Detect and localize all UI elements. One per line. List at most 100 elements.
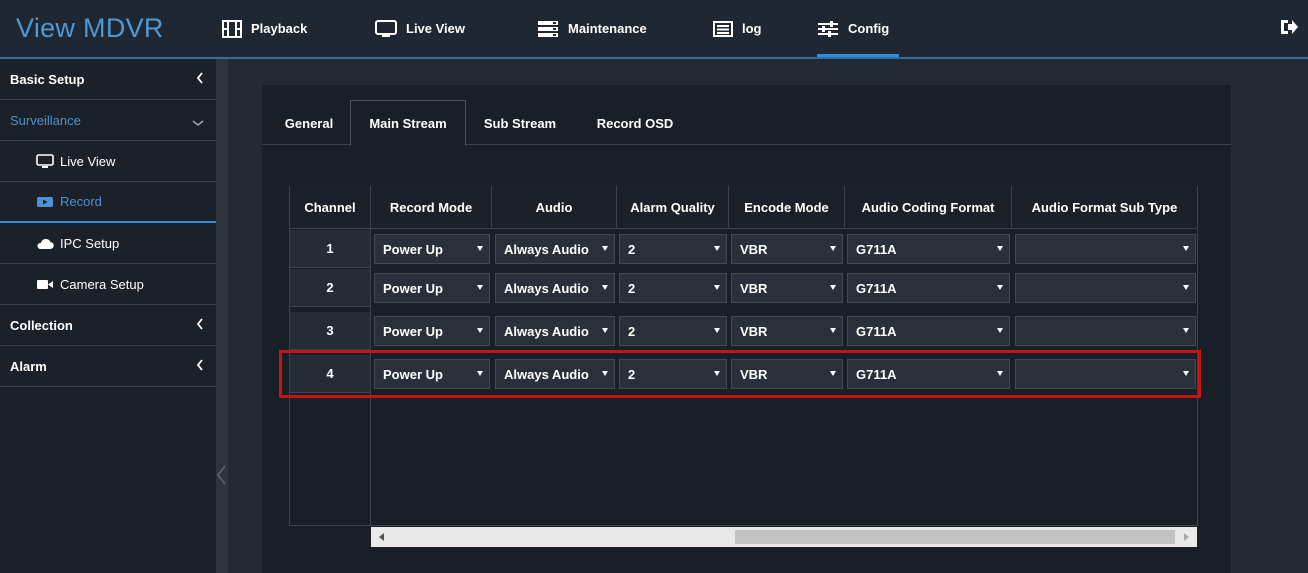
caret-down-icon bbox=[602, 246, 608, 251]
audio-format-sub-type-select[interactable] bbox=[1015, 359, 1196, 389]
alarm-quality-select[interactable]: 2 bbox=[619, 273, 727, 303]
alarm-quality-value: 2 bbox=[628, 366, 636, 382]
sidebar-item-camera-setup[interactable]: Camera Setup bbox=[0, 264, 216, 305]
record-mode-select[interactable]: Power Up bbox=[374, 234, 490, 264]
sidebar-item-label: Collection bbox=[10, 317, 73, 333]
alarm-quality-select[interactable]: 2 bbox=[619, 234, 727, 264]
caret-down-icon bbox=[997, 285, 1003, 290]
sidebar-item-surveillance[interactable]: Surveillance bbox=[0, 100, 216, 141]
log-list-icon bbox=[713, 20, 733, 38]
alarm-quality-select[interactable]: 2 bbox=[619, 359, 727, 389]
audio-value: Always Audio bbox=[504, 323, 589, 339]
nav-live-view[interactable]: Live View bbox=[375, 0, 465, 57]
sidebar-item-label: Basic Setup bbox=[10, 71, 85, 87]
encode-mode-select[interactable]: VBR bbox=[731, 359, 843, 389]
alarm-quality-value: 2 bbox=[628, 241, 636, 257]
audio-coding-format-select[interactable]: G711A bbox=[847, 273, 1010, 303]
nav-config-label: Config bbox=[848, 21, 890, 36]
sidebar-item-alarm[interactable]: Alarm bbox=[0, 346, 216, 387]
sidebar-item-record[interactable]: Record bbox=[0, 182, 216, 223]
nav-playback[interactable]: Playback bbox=[222, 0, 307, 57]
column-header-audio: Audio bbox=[492, 186, 617, 229]
sidebar-item-collection[interactable]: Collection bbox=[0, 305, 216, 346]
collapse-sidebar-handle[interactable] bbox=[214, 440, 228, 510]
nav-log[interactable]: log bbox=[713, 0, 762, 57]
video-icon bbox=[36, 195, 56, 209]
encode-mode-select[interactable]: VBR bbox=[731, 273, 843, 303]
sidebar-item-ipc-setup[interactable]: IPC Setup bbox=[0, 223, 216, 264]
caret-down-icon bbox=[714, 285, 720, 290]
channel-cell: 4 bbox=[290, 355, 370, 393]
audio-select[interactable]: Always Audio bbox=[495, 316, 615, 346]
alarm-quality-select[interactable]: 2 bbox=[619, 316, 727, 346]
caret-down-icon bbox=[1183, 371, 1189, 376]
audio-select[interactable]: Always Audio bbox=[495, 359, 615, 389]
caret-down-icon bbox=[1183, 246, 1189, 251]
logout-icon[interactable] bbox=[1279, 17, 1299, 40]
horizontal-scrollbar[interactable] bbox=[371, 527, 1197, 547]
caret-down-icon bbox=[477, 371, 483, 376]
audio-select[interactable]: Always Audio bbox=[495, 273, 615, 303]
record-mode-select[interactable]: Power Up bbox=[374, 359, 490, 389]
audio-coding-format-select[interactable]: G711A bbox=[847, 316, 1010, 346]
scroll-left-arrow-icon[interactable] bbox=[379, 533, 384, 541]
caret-down-icon bbox=[830, 328, 836, 333]
alarm-quality-value: 2 bbox=[628, 280, 636, 296]
record-mode-value: Power Up bbox=[383, 366, 443, 382]
audio-value: Always Audio bbox=[504, 280, 589, 296]
caret-down-icon bbox=[477, 246, 483, 251]
column-header-alarm-quality: Alarm Quality bbox=[617, 186, 729, 229]
nav-maintenance[interactable]: Maintenance bbox=[537, 0, 647, 57]
sidebar-item-basic-setup[interactable]: Basic Setup bbox=[0, 59, 216, 100]
audio-coding-format-select[interactable]: G711A bbox=[847, 234, 1010, 264]
audio-value: Always Audio bbox=[504, 366, 589, 382]
caret-down-icon bbox=[714, 246, 720, 251]
caret-down-icon bbox=[1183, 328, 1189, 333]
audio-select[interactable]: Always Audio bbox=[495, 234, 615, 264]
alarm-quality-value: 2 bbox=[628, 323, 636, 339]
caret-down-icon bbox=[997, 371, 1003, 376]
caret-down-icon bbox=[1183, 285, 1189, 290]
caret-down-icon bbox=[602, 328, 608, 333]
nav-live-view-label: Live View bbox=[406, 21, 466, 36]
record-mode-select[interactable]: Power Up bbox=[374, 316, 490, 346]
encode-mode-select[interactable]: VBR bbox=[731, 234, 843, 264]
audio-coding-format-select[interactable]: G711A bbox=[847, 359, 1010, 389]
column-header-audio-coding-format: Audio Coding Format bbox=[845, 186, 1012, 229]
sidebar-item-label: Alarm bbox=[10, 358, 47, 374]
caret-down-icon bbox=[602, 285, 608, 290]
video-camera-icon bbox=[36, 278, 56, 291]
caret-down-icon bbox=[477, 328, 483, 333]
encode-mode-select[interactable]: VBR bbox=[731, 316, 843, 346]
encode-mode-value: VBR bbox=[740, 280, 768, 296]
tab-general[interactable]: General bbox=[268, 100, 350, 146]
chevron-left-icon bbox=[196, 72, 204, 87]
tab-sub-stream[interactable]: Sub Stream bbox=[472, 100, 568, 146]
audio-coding-value: G711A bbox=[856, 366, 897, 382]
record-mode-select[interactable]: Power Up bbox=[374, 273, 490, 303]
caret-down-icon bbox=[830, 285, 836, 290]
sidebar-item-label: Record bbox=[60, 194, 102, 209]
audio-coding-value: G711A bbox=[856, 241, 897, 257]
nav-config[interactable]: Config bbox=[817, 0, 900, 57]
scroll-right-arrow-icon[interactable] bbox=[1184, 533, 1189, 541]
caret-down-icon bbox=[714, 328, 720, 333]
sidebar-item-label: IPC Setup bbox=[60, 235, 120, 251]
sidebar-item-live-view[interactable]: Live View bbox=[0, 141, 216, 182]
audio-format-sub-type-select[interactable] bbox=[1015, 273, 1196, 303]
tab-main-stream[interactable]: Main Stream bbox=[350, 100, 466, 146]
caret-down-icon bbox=[714, 371, 720, 376]
audio-coding-value: G711A bbox=[856, 280, 897, 296]
audio-format-sub-type-select[interactable] bbox=[1015, 316, 1196, 346]
cloud-icon bbox=[36, 237, 56, 250]
record-mode-value: Power Up bbox=[383, 280, 443, 296]
chevron-down-icon bbox=[192, 115, 204, 130]
caret-down-icon bbox=[602, 371, 608, 376]
audio-format-sub-type-select[interactable] bbox=[1015, 234, 1196, 264]
tab-record-osd[interactable]: Record OSD bbox=[580, 100, 690, 146]
encode-mode-value: VBR bbox=[740, 366, 768, 382]
channel-cell: 1 bbox=[290, 230, 370, 268]
chevron-left-icon bbox=[196, 318, 204, 333]
sliders-icon bbox=[817, 20, 839, 38]
scrollbar-thumb[interactable] bbox=[735, 530, 1175, 544]
